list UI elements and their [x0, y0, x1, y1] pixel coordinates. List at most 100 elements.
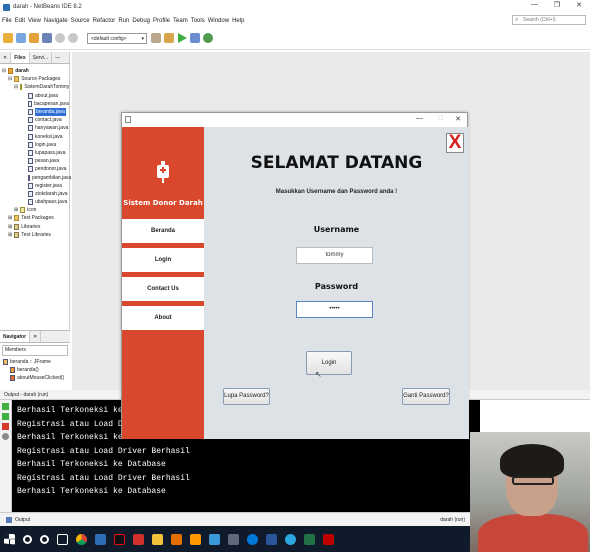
- tree-test-libraries[interactable]: ⊞ Test Libraries: [0, 231, 69, 239]
- rerun-options-icon[interactable]: [2, 413, 9, 420]
- filezilla-icon[interactable]: [323, 533, 334, 545]
- sublime-icon[interactable]: [190, 533, 201, 545]
- redo-icon[interactable]: [68, 33, 78, 43]
- stop-icon[interactable]: [2, 423, 9, 430]
- close-icon[interactable]: ✕: [30, 331, 42, 342]
- expand-icon[interactable]: ⊞: [8, 214, 12, 222]
- menu-team[interactable]: Team: [173, 18, 188, 24]
- expand-icon[interactable]: ⊟: [14, 83, 18, 91]
- nav-beranda[interactable]: Beranda: [122, 219, 204, 243]
- excel-icon[interactable]: [304, 533, 315, 545]
- minimize-icon[interactable]: —: [52, 52, 63, 63]
- expand-icon[interactable]: ⊟: [8, 75, 12, 83]
- clean-build-icon[interactable]: [164, 33, 174, 43]
- tree-project[interactable]: ⊟ darah: [0, 67, 69, 75]
- password-field[interactable]: •••••: [296, 301, 373, 318]
- new-file-icon[interactable]: [16, 33, 26, 43]
- output-tab[interactable]: Output: [15, 517, 30, 523]
- tree-file[interactable]: stokdarah.java: [0, 190, 69, 198]
- menu-tools[interactable]: Tools: [191, 18, 205, 24]
- username-field[interactable]: tommy: [296, 247, 373, 264]
- hammer-icon[interactable]: [151, 33, 161, 43]
- close-icon[interactable]: ✕: [455, 115, 461, 123]
- close-icon[interactable]: ✕: [576, 1, 582, 9]
- config-select[interactable]: <default config> ▾: [87, 32, 147, 44]
- minimize-icon[interactable]: —: [531, 1, 538, 8]
- netbeans-icon[interactable]: [95, 533, 106, 545]
- tab-services[interactable]: Servi...: [30, 52, 53, 63]
- rerun-icon[interactable]: [2, 403, 9, 410]
- login-button[interactable]: Login ↖: [306, 351, 352, 379]
- close-icon[interactable]: ✕: [0, 52, 12, 63]
- forgot-password-button[interactable]: Lupa Password?: [223, 388, 270, 405]
- adobe-icon[interactable]: [133, 533, 144, 545]
- tree-package[interactable]: ⊟ SistemDarahTommy: [0, 83, 69, 91]
- tree-file[interactable]: lupapass.java: [0, 149, 69, 157]
- cortana-icon[interactable]: [40, 534, 49, 544]
- navigator-item[interactable]: aboutMouseClicked(): [0, 374, 70, 382]
- nav-about[interactable]: About: [122, 306, 204, 330]
- tree-source-packages[interactable]: ⊟ Source Packages: [0, 75, 69, 83]
- tree-file[interactable]: koneksi.java: [0, 133, 69, 141]
- nav-login[interactable]: Login: [122, 248, 204, 272]
- menu-edit[interactable]: Edit: [15, 18, 25, 24]
- navigator-filter[interactable]: Members: [2, 345, 68, 356]
- word-icon[interactable]: [266, 533, 277, 545]
- settings-icon[interactable]: [2, 433, 9, 440]
- tree-file[interactable]: about.java: [0, 92, 69, 100]
- telegram-icon[interactable]: [285, 533, 296, 545]
- menu-run[interactable]: Run: [118, 18, 129, 24]
- maximize-icon[interactable]: ❐: [554, 1, 560, 9]
- expand-icon[interactable]: ⊟: [2, 67, 6, 75]
- windows-icon[interactable]: [4, 533, 15, 545]
- navigator-item[interactable]: beranda(): [0, 366, 70, 374]
- expand-icon[interactable]: ⊞: [8, 231, 12, 239]
- new-project-icon[interactable]: [3, 33, 13, 43]
- save-all-icon[interactable]: [42, 33, 52, 43]
- tab-files[interactable]: Files: [11, 52, 30, 63]
- menu-file[interactable]: File: [2, 18, 12, 24]
- menu-window[interactable]: Window: [208, 18, 229, 24]
- camera-icon[interactable]: [228, 533, 239, 545]
- search-icon[interactable]: [23, 534, 32, 544]
- search-input[interactable]: ⌕ Search (Ctrl+I): [512, 15, 586, 25]
- expand-icon[interactable]: ⊞: [14, 206, 18, 214]
- tree-file[interactable]: bacapesan.java: [0, 100, 69, 108]
- netflix-icon[interactable]: [114, 533, 125, 545]
- minimize-icon[interactable]: —: [416, 115, 423, 122]
- run-icon[interactable]: [178, 33, 187, 43]
- menu-debug[interactable]: Debug: [132, 18, 150, 24]
- maximize-icon[interactable]: □: [439, 115, 443, 122]
- paint-icon[interactable]: [209, 533, 220, 545]
- explorer-icon[interactable]: [152, 533, 163, 545]
- tree-file[interactable]: pesan.java: [0, 157, 69, 165]
- chrome-icon[interactable]: [76, 533, 87, 545]
- menu-view[interactable]: View: [28, 18, 41, 24]
- open-project-icon[interactable]: [29, 33, 39, 43]
- undo-icon[interactable]: [55, 33, 65, 43]
- tab-navigator[interactable]: Navigator: [0, 331, 31, 342]
- profile-icon[interactable]: [203, 33, 213, 43]
- tree-test-packages[interactable]: ⊞ Test Packages: [0, 214, 69, 222]
- edge-icon[interactable]: [247, 533, 258, 545]
- navigator-item[interactable]: beranda :: JFrame: [0, 358, 70, 366]
- java-icon[interactable]: [171, 533, 182, 545]
- tree-file[interactable]: pengambilan.java: [0, 173, 71, 181]
- close-button[interactable]: X: [446, 133, 464, 153]
- change-password-button[interactable]: Ganti Password?: [402, 388, 450, 405]
- debug-icon[interactable]: [190, 33, 200, 43]
- tree-file[interactable]: register.java: [0, 182, 69, 190]
- tree-file-selected[interactable]: beranda.java: [0, 108, 69, 117]
- tree-file[interactable]: pendonor.java: [0, 165, 69, 173]
- tree-file[interactable]: hanyawan.java: [0, 124, 69, 132]
- taskview-icon[interactable]: [57, 533, 68, 545]
- tree-libraries[interactable]: ⊞ Libraries: [0, 223, 69, 231]
- menu-help[interactable]: Help: [232, 18, 244, 24]
- menu-source[interactable]: Source: [71, 18, 90, 24]
- menu-refactor[interactable]: Refactor: [93, 18, 116, 24]
- tree-file[interactable]: ubahpass.java: [0, 198, 69, 206]
- tree-file[interactable]: contact.java: [0, 116, 69, 124]
- menu-navigate[interactable]: Navigate: [44, 18, 68, 24]
- menu-profile[interactable]: Profile: [153, 18, 170, 24]
- nav-contact-us[interactable]: Contact Us: [122, 277, 204, 301]
